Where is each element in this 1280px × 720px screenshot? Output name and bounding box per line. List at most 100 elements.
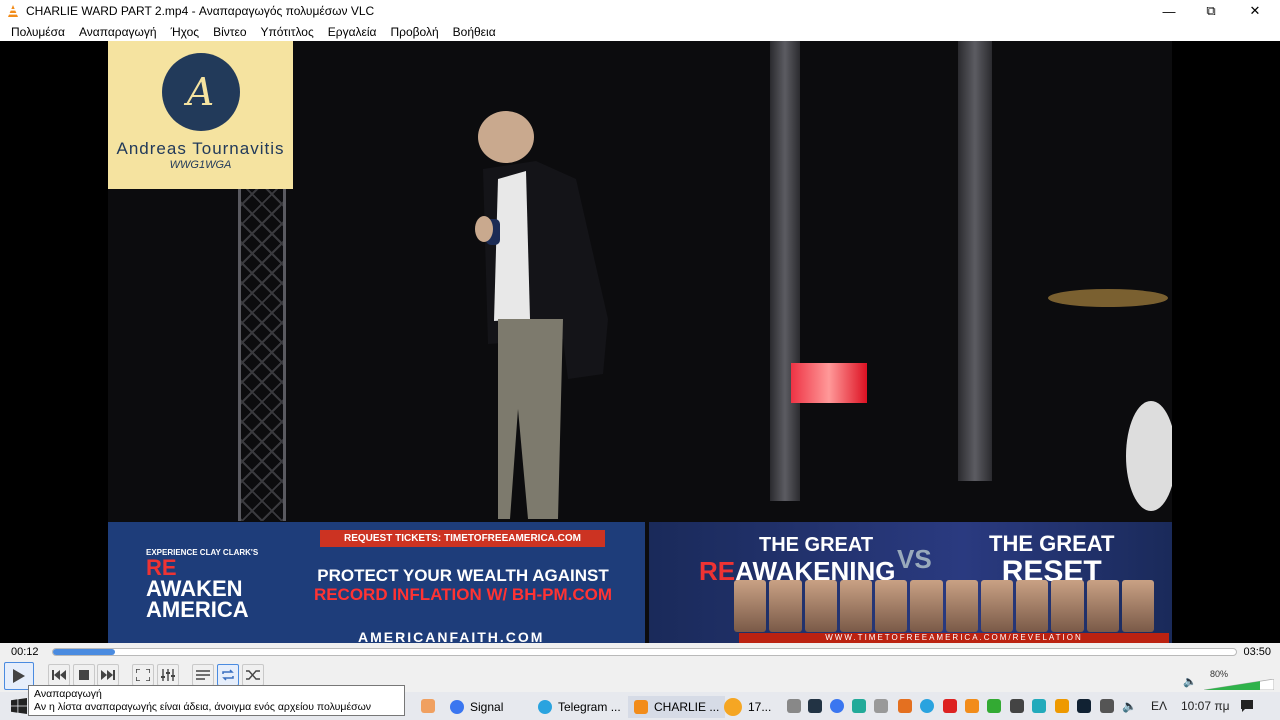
close-button[interactable]: ✕ — [1232, 0, 1278, 22]
play-icon — [13, 669, 25, 683]
time-elapsed: 00:12 — [11, 646, 39, 658]
equalizer-icon — [161, 669, 175, 681]
windows-start-icon[interactable] — [11, 698, 27, 714]
great-reset-text: THE GREAT RESET — [989, 530, 1115, 587]
ticket-strip: REQUEST TICKETS: TIMETOFREEAMERICA.COM — [320, 530, 605, 547]
taskbar-telegram-label: Telegram ... — [558, 700, 621, 714]
stage-led-panel — [791, 363, 867, 403]
banner-left: EXPERIENCE CLAY CLARK'S RE AWAKEN AMERICA… — [108, 522, 645, 643]
taskbar-weather[interactable]: 17... — [724, 696, 771, 718]
menu-media[interactable]: Πολυμέσα — [4, 25, 72, 39]
notifications-icon[interactable] — [1240, 699, 1254, 713]
previous-button[interactable] — [48, 664, 70, 686]
loop-button[interactable] — [217, 664, 239, 686]
stage-pillar-1 — [770, 41, 800, 501]
tray-icon-5[interactable] — [874, 699, 888, 713]
menu-subtitle[interactable]: Υπότιτλος — [254, 25, 321, 39]
taskbar-telegram[interactable]: Telegram ... — [538, 696, 621, 718]
minimize-button[interactable]: — — [1146, 0, 1192, 22]
protect-text: PROTECT YOUR WEALTH AGAINST RECORD INFLA… — [278, 566, 648, 604]
tray-icon-13[interactable] — [1055, 699, 1069, 713]
vlc-cone-icon — [8, 5, 18, 17]
tray-icon-11[interactable] — [1010, 699, 1024, 713]
tray-icon-8[interactable] — [943, 699, 957, 713]
menu-help[interactable]: Βοήθεια — [446, 25, 503, 39]
speaker-figure — [475, 111, 608, 519]
volume-slider[interactable] — [1204, 679, 1274, 690]
vlc-taskbar-icon — [634, 700, 648, 714]
playlist-icon — [196, 670, 210, 680]
logo-subtitle: WWG1WGA — [169, 159, 232, 171]
faces-strip — [734, 580, 1154, 632]
americanfaith-text: AMERICANFAITH.COM — [358, 629, 545, 643]
great-left-1: THE GREAT — [759, 534, 874, 556]
great-right-1: THE GREAT — [989, 531, 1115, 556]
tray-icon-7[interactable] — [920, 699, 934, 713]
seek-bar-fill — [53, 649, 115, 655]
menu-video[interactable]: Βίντεο — [206, 25, 253, 39]
tray-icon-12[interactable] — [1032, 699, 1046, 713]
next-button[interactable] — [97, 664, 119, 686]
tour-america: AMERICA — [146, 597, 249, 622]
language-indicator[interactable]: ΕΛ — [1151, 699, 1167, 713]
tooltip-text: Αν η λίστα αναπαραγωγής είναι άδεια, άνο… — [34, 701, 372, 713]
clock[interactable]: 10:07 πμ — [1181, 699, 1230, 713]
channel-logo: A Andreas Tournavitis WWG1WGA — [108, 41, 293, 189]
tray-icon-6[interactable] — [898, 699, 912, 713]
taskbar-vlc[interactable]: CHARLIE ... — [628, 696, 726, 718]
banner-right: THE GREAT REAWAKENING VS THE GREAT RESET… — [649, 522, 1172, 643]
extended-settings-button[interactable] — [157, 664, 179, 686]
volume-icon[interactable]: 🔈 — [1183, 675, 1197, 688]
tray-icon-2[interactable] — [808, 699, 822, 713]
seek-bar[interactable] — [52, 648, 1237, 656]
logo-monogram: A — [161, 53, 240, 131]
menu-tools[interactable]: Εργαλεία — [321, 25, 384, 39]
fullscreen-icon — [136, 669, 150, 681]
loop-icon — [222, 669, 234, 681]
tray-icon-14[interactable] — [1077, 699, 1091, 713]
menu-view[interactable]: Προβολή — [383, 25, 445, 39]
reawaken-tour-logo: EXPERIENCE CLAY CLARK'S RE AWAKEN AMERICA — [146, 548, 258, 622]
playlist-button[interactable] — [192, 664, 214, 686]
speaker-tray-icon[interactable]: 🔈 — [1122, 699, 1137, 713]
great-left-re: RE — [699, 556, 736, 586]
stop-button[interactable] — [73, 664, 95, 686]
previous-icon — [52, 670, 66, 680]
great-reawakening-text: THE GREAT REAWAKENING — [699, 532, 895, 584]
tooltip-title: Αναπαραγωγή — [34, 688, 102, 700]
taskbar-signal-label: Signal — [470, 700, 504, 714]
weather-icon — [724, 698, 742, 716]
fullscreen-button[interactable] — [132, 664, 154, 686]
shuffle-icon — [246, 670, 260, 680]
network-icon[interactable] — [1100, 699, 1114, 713]
menu-bar: Πολυμέσα Αναπαραγωγή Ήχος Βίντεο Υπότιτλ… — [0, 22, 1280, 41]
signal-icon — [450, 700, 464, 714]
protect-line-2: RECORD INFLATION W/ BH-PM.COM — [313, 585, 613, 604]
tray-icon-9[interactable] — [965, 699, 979, 713]
maximize-button[interactable]: ⧉ — [1188, 0, 1234, 22]
stop-icon — [79, 670, 89, 680]
video-frame: A Andreas Tournavitis WWG1WGA EXPERIENCE… — [108, 41, 1172, 643]
logo-name: Andreas Tournavitis — [116, 139, 285, 158]
play-tooltip: Αναπαραγωγή Αν η λίστα αναπαραγωγής είνα… — [28, 685, 405, 716]
window-title: CHARLIE WARD PART 2.mp4 - Αναπαραγωγός π… — [26, 4, 375, 18]
title-bar: CHARLIE WARD PART 2.mp4 - Αναπαραγωγός π… — [0, 0, 1280, 22]
menu-playback[interactable]: Αναπαραγωγή — [72, 25, 164, 39]
next-icon — [101, 670, 115, 680]
taskbar-signal[interactable]: Signal — [450, 696, 503, 718]
url-strip: WWW.TIMETOFREEAMERICA.COM/REVELATION — [739, 633, 1169, 643]
tray-icon-1[interactable] — [787, 699, 801, 713]
shuffle-button[interactable] — [242, 664, 264, 686]
video-area[interactable]: A Andreas Tournavitis WWG1WGA EXPERIENCE… — [0, 41, 1280, 643]
tray-icon-10[interactable] — [987, 699, 1001, 713]
app-icon-taskbar[interactable] — [421, 699, 435, 713]
tray-icon-3[interactable] — [830, 699, 844, 713]
tray-icon-4[interactable] — [852, 699, 866, 713]
telegram-icon — [538, 700, 552, 714]
vs-text: VS — [897, 544, 932, 574]
taskbar-vlc-label: CHARLIE ... — [654, 700, 720, 714]
video-banner: EXPERIENCE CLAY CLARK'S RE AWAKEN AMERICA… — [108, 522, 1172, 643]
protect-line-1: PROTECT YOUR WEALTH AGAINST — [317, 566, 609, 585]
menu-audio[interactable]: Ήχος — [164, 25, 207, 39]
taskbar-weather-label: 17... — [748, 700, 772, 714]
